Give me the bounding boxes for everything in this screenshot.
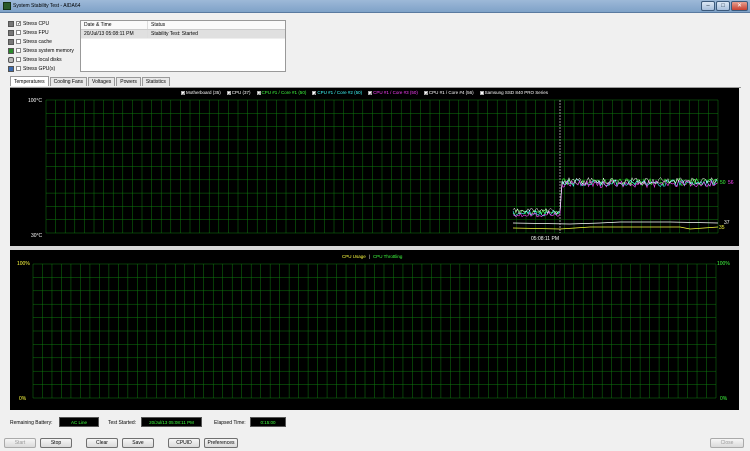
stress-gpu-checkbox[interactable] [16,66,21,71]
cache-icon [8,38,14,45]
stress-cpu-label: Stress CPU [23,20,50,27]
disk-icon [8,56,14,63]
stress-disks-option[interactable]: Stress local disks [8,55,80,64]
cpuid-button[interactable]: CPUID [168,438,200,448]
table-row[interactable]: 20/Jul/13 05:08:11 PM Stability Test: St… [81,30,285,39]
clear-button[interactable]: Clear [86,438,118,448]
battery-label: Remaining Battery: [10,420,53,426]
stress-cache-checkbox[interactable] [16,39,21,44]
tab-temperatures[interactable]: Temperatures [10,76,49,86]
y-max-label: 100°C [28,98,42,104]
stress-memory-label: Stress system memory [23,47,74,54]
tab-powers[interactable]: Powers [116,77,141,86]
preferences-button[interactable]: Preferences [204,438,238,448]
series-core1-line [512,177,718,216]
info-bar: Remaining Battery: AC Line Test Started:… [0,415,750,431]
close-window-button[interactable]: ✕ [731,1,748,11]
tab-voltages[interactable]: Voltages [88,77,116,86]
window-title: System Stability Test - AIDA64 [13,3,81,9]
tab-cooling-fans[interactable]: Cooling Fans [49,77,88,86]
throttle-y-max-label: 100% [717,261,730,267]
end-label-cpu: 37 [724,220,730,226]
stress-fpu-option[interactable]: Stress FPU [8,28,80,37]
usage-y-min-label: 0% [19,396,27,402]
end-label-cores: 50 [720,180,726,186]
test-started-value: 20/Jul/13 05:08:11 PM [141,417,202,427]
close-button[interactable]: Close [710,438,744,448]
stress-gpu-option[interactable]: Stress GPU(s) [8,64,80,73]
usage-plot: 100% 0% 100% 0% [17,261,730,402]
temperature-grid [45,99,719,234]
battery-value: AC Line [59,417,99,427]
row-datetime: 20/Jul/13 05:08:11 PM [81,30,148,38]
row-status: Stability Test: Started [151,31,198,37]
stress-fpu-checkbox[interactable] [16,30,21,35]
stress-cpu-option[interactable]: ✓ Stress CPU [8,19,80,28]
stress-options: ✓ Stress CPU Stress FPU Stress cache Str… [8,19,80,73]
tab-bar: Temperatures Cooling Fans Voltages Power… [10,76,171,86]
fpu-icon [8,29,14,36]
time-label: 05:08:11 PM [531,236,559,242]
tab-statistics[interactable]: Statistics [141,77,170,86]
status-log-table[interactable]: Date & Time Status 20/Jul/13 05:08:11 PM… [80,20,286,72]
cpu-usage-chart: CPU Usage | CPU Throttling 100% 0% 100% … [10,250,739,410]
usage-y-max-label: 100% [17,261,30,267]
stress-cache-option[interactable]: Stress cache [8,37,80,46]
stress-disks-checkbox[interactable] [16,57,21,62]
stress-memory-option[interactable]: Stress system memory [8,46,80,55]
cpu-icon [8,20,14,27]
stress-cache-label: Stress cache [23,38,52,45]
series-motherboard-line [512,226,719,230]
elapsed-label: Elapsed Time: [214,420,246,426]
test-started-label: Test Started: [108,420,137,426]
title-bar: System Stability Test - AIDA64 – □ ✕ [0,0,750,13]
stress-memory-checkbox[interactable] [16,48,21,53]
stress-gpu-label: Stress GPU(s) [23,65,56,72]
stress-fpu-label: Stress FPU [23,29,49,36]
throttle-y-min-label: 0% [720,396,728,402]
status-column-header[interactable]: Status [148,21,275,29]
series-cpu-line [512,221,719,225]
datetime-column-header[interactable]: Date & Time [81,21,148,29]
app-icon [3,2,11,10]
temperature-plot: 100°C 30°C 05:08:11 PM 50 56 37 35 [28,98,734,242]
save-button[interactable]: Save [122,438,154,448]
gpu-icon [8,65,14,72]
temperature-chart: ✓ Motherboard (35) ✓ CPU (37) ✓ CPU #1 / Co… [10,88,739,246]
status-table-header: Date & Time Status [81,21,285,30]
end-label-core4: 56 [728,180,734,186]
memory-icon [8,47,14,54]
stop-button[interactable]: Stop [40,438,72,448]
stress-disks-label: Stress local disks [23,56,62,63]
usage-grid [32,263,717,399]
y-min-label: 30°C [31,233,43,239]
stress-cpu-checkbox[interactable]: ✓ [16,21,21,27]
end-label-motherboard: 35 [719,225,725,231]
maximize-button[interactable]: □ [716,1,730,11]
start-button[interactable]: Start [4,438,36,448]
elapsed-value: 0:15:00 [250,417,286,427]
minimize-button[interactable]: – [701,1,715,11]
